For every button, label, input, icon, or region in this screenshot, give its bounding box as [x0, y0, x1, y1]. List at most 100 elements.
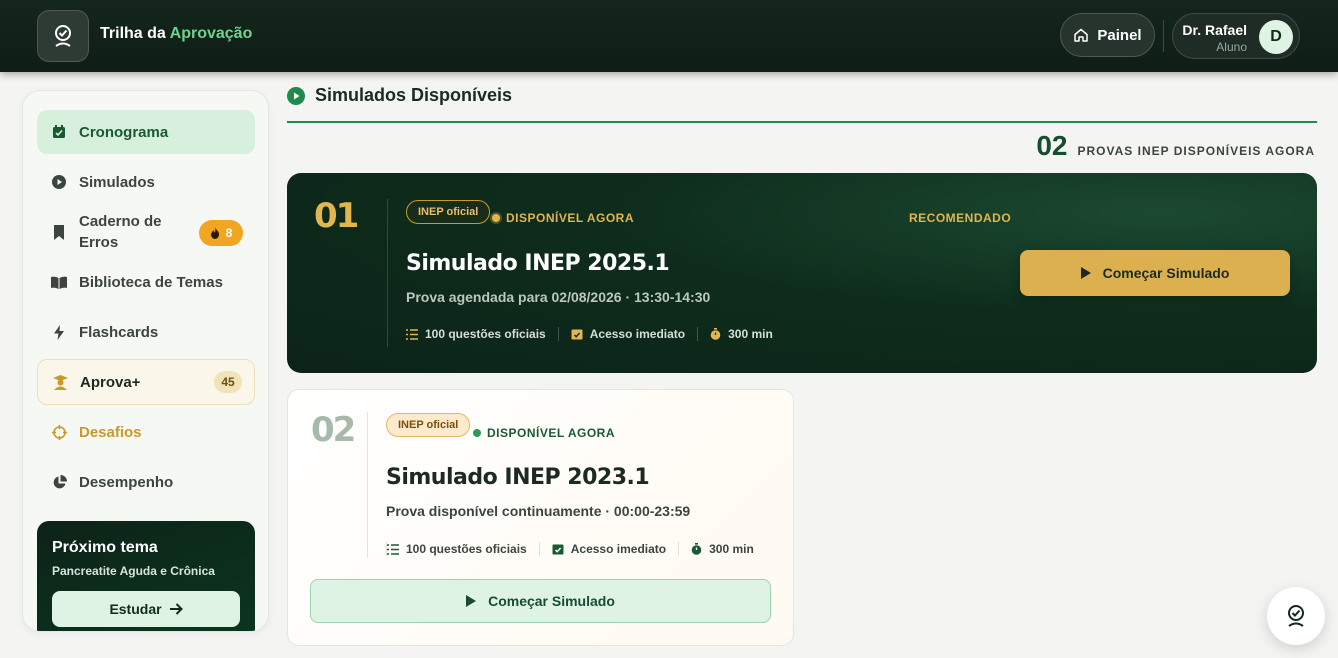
sidebar-item-caderno-de-erros[interactable]: Caderno de Erros 8 [37, 210, 255, 254]
card-meta: 100 questões oficiais Acesso imediato 30… [386, 542, 766, 556]
status-dot-icon [473, 429, 481, 437]
user-role: Aluno [1216, 40, 1247, 54]
play-icon [1080, 267, 1091, 279]
card-subtitle: Prova disponível continuamente · 00:00-2… [386, 503, 691, 519]
recommended-label: RECOMENDADO [909, 211, 1012, 225]
brand-accent: Aprovação [169, 25, 253, 42]
book-open-icon [51, 274, 67, 290]
card-divider [387, 199, 388, 347]
home-icon [1074, 28, 1089, 42]
aprova-count-badge: 45 [214, 371, 242, 393]
calendar-check-icon [552, 544, 564, 555]
map-pin-check-icon [1288, 605, 1304, 627]
user-menu[interactable]: Dr. Rafael Aluno D [1172, 13, 1300, 59]
status-badge: DISPONÍVEL AGORA [492, 211, 634, 225]
crosshair-icon [51, 424, 67, 440]
status-badge: DISPONÍVEL AGORA [473, 426, 615, 440]
next-topic-subtitle: Pancreatite Aguda e Crônica [52, 564, 215, 578]
sidebar-item-cronograma[interactable]: Cronograma [37, 110, 255, 154]
brand-prefix: Trilha da [100, 25, 166, 42]
sidebar-item-desempenho[interactable]: Desempenho [37, 460, 255, 504]
meta-time: 300 min [678, 542, 766, 556]
status-label: DISPONÍVEL AGORA [487, 426, 616, 440]
meta-questions-label: 100 questões oficiais [425, 327, 546, 341]
arrow-right-icon [169, 603, 183, 615]
errors-count-badge: 8 [199, 220, 243, 246]
next-topic-title: Próximo tema [52, 539, 158, 556]
painel-label: Painel [1097, 26, 1142, 44]
start-button-label: Começar Simulado [488, 593, 615, 609]
list-icon [406, 328, 418, 340]
meta-questions: 100 questões oficiais [406, 327, 558, 341]
meta-time-label: 300 min [709, 542, 754, 556]
estudar-button[interactable]: Estudar [52, 591, 240, 627]
meta-access: Acesso imediato [538, 542, 678, 556]
sidebar-item-label: Biblioteca de Temas [79, 273, 223, 291]
header-divider [1163, 20, 1164, 52]
graduate-icon [52, 374, 68, 390]
start-button-label: Começar Simulado [1102, 265, 1230, 281]
play-icon [466, 595, 477, 607]
sidebar-item-label: Caderno de Erros [79, 213, 162, 251]
painel-button[interactable]: Painel [1060, 13, 1155, 57]
sidebar-item-aprova-plus[interactable]: Aprova+ 45 [37, 359, 255, 405]
sidebar-item-simulados[interactable]: Simulados [37, 160, 255, 204]
sidebar-item-label: Aprova+ [80, 373, 141, 391]
page-title: Simulados Disponíveis [315, 85, 513, 105]
card-subtitle: Prova agendada para 02/08/2026 · 13:30-1… [406, 289, 711, 305]
meta-questions-label: 100 questões oficiais [406, 542, 527, 556]
next-topic-card: Próximo tema Pancreatite Aguda e Crônica… [37, 521, 255, 631]
assistant-fab-button[interactable] [1267, 587, 1325, 645]
section-divider [287, 121, 1317, 123]
stopwatch-icon [691, 543, 702, 555]
meta-access: Acesso imediato [557, 327, 697, 341]
sidebar-item-label: Simulados [79, 173, 155, 191]
sidebar-item-biblioteca[interactable]: Biblioteca de Temas [37, 260, 255, 304]
card-title: Simulado INEP 2023.1 [386, 465, 650, 490]
card-divider [367, 412, 368, 558]
inep-tag: INEP oficial [386, 413, 471, 437]
meta-questions: 100 questões oficiais [386, 542, 539, 556]
brand-title: Trilha da Aprovação [100, 25, 252, 43]
sidebar-item-label: Cronograma [79, 123, 169, 141]
sidebar: Cronograma Simulados Caderno de Erros 8 … [22, 90, 269, 632]
meta-time: 300 min [697, 327, 785, 341]
avatar[interactable]: D [1259, 20, 1293, 54]
calendar-check-icon [51, 124, 67, 140]
bookmark-icon [51, 224, 67, 240]
start-simulado-button[interactable]: Começar Simulado [310, 579, 771, 623]
sidebar-item-flashcards[interactable]: Flashcards [37, 310, 255, 354]
estudar-label: Estudar [109, 601, 162, 617]
inep-tag: INEP oficial [406, 200, 491, 224]
status-dot-icon [492, 214, 500, 222]
logo-button[interactable] [37, 10, 89, 62]
meta-access-label: Acesso imediato [570, 542, 667, 556]
sidebar-item-label: Desempenho [79, 473, 174, 491]
card-title: Simulado INEP 2025.1 [406, 251, 670, 276]
pie-chart-icon [51, 474, 67, 490]
card-meta: 100 questões oficiais Acesso imediato 30… [406, 327, 785, 341]
user-name: Dr. Rafael [1182, 22, 1247, 38]
stopwatch-icon [710, 328, 721, 340]
available-count: 02 PROVAS INEP DISPONÍVEIS AGORA [1036, 130, 1315, 162]
list-icon [387, 543, 399, 555]
fire-icon [210, 227, 219, 239]
play-circle-icon [287, 86, 305, 105]
simulado-card-2: 02 INEP oficial DISPONÍVEL AGORA Simulad… [287, 389, 794, 646]
simulado-card-1: 01 INEP oficial DISPONÍVEL AGORA RECOMEN… [287, 173, 1317, 373]
available-count-label: PROVAS INEP DISPONÍVEIS AGORA [1077, 144, 1315, 158]
top-header: Trilha da Aprovação Painel Dr. Rafael Al… [0, 0, 1338, 72]
meta-time-label: 300 min [728, 327, 773, 341]
section-header: Simulados Disponíveis [287, 85, 512, 106]
map-pin-check-icon [55, 25, 71, 47]
card-number: 02 [311, 410, 356, 450]
meta-access-label: Acesso imediato [589, 327, 686, 341]
sidebar-item-label: Flashcards [79, 323, 159, 341]
sidebar-item-label: Desafios [79, 423, 142, 441]
bolt-icon [51, 324, 67, 340]
play-circle-icon [51, 174, 67, 190]
start-simulado-button[interactable]: Começar Simulado [1020, 250, 1290, 296]
errors-count: 8 [225, 226, 233, 240]
available-count-number: 02 [1036, 130, 1068, 161]
sidebar-item-desafios[interactable]: Desafios [37, 410, 255, 454]
